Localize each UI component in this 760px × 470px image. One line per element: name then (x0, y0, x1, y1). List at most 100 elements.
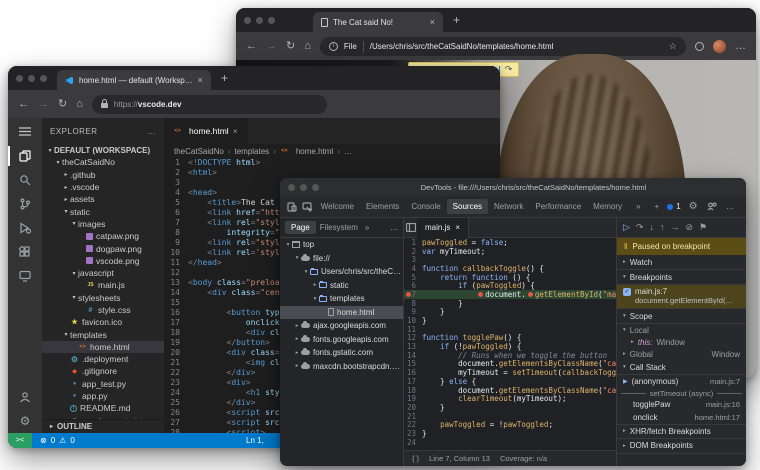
line-number[interactable]: 8 (164, 228, 188, 238)
line-number[interactable]: 9 (164, 238, 188, 248)
deactivate-breakpoints-icon[interactable]: ⊘ (685, 223, 693, 232)
line-number[interactable]: 27 (164, 418, 188, 428)
tree-item-assets[interactable]: ▸ assets (42, 193, 164, 205)
line-number[interactable]: 15 (404, 359, 422, 368)
close-tab-icon[interactable]: × (455, 223, 460, 232)
tree-item-stylesheets[interactable]: ▾ stylesheets (42, 292, 164, 304)
line-number[interactable]: 21 (404, 412, 422, 421)
step-into-icon[interactable]: ↓ (649, 223, 654, 232)
pretty-print-icon[interactable]: { } (412, 454, 419, 463)
line-number[interactable]: 7 (164, 218, 188, 228)
devtools-tab-console[interactable]: Console (405, 199, 446, 214)
line-number[interactable]: 24 (404, 438, 422, 447)
scope-global[interactable]: ▸ Global Window (617, 348, 746, 360)
more-panels-icon[interactable]: » (630, 199, 646, 214)
navigator-item-ajax-googleapis-com[interactable]: ▸ ajax.googleapis.com (280, 319, 403, 333)
breadcrumb-item[interactable]: theCatSaidNo (174, 147, 224, 156)
tree-item-default-workspace-[interactable]: ▾ DEFAULT (WORKSPACE) (42, 144, 164, 156)
step-out-icon[interactable]: ↑ (660, 223, 665, 232)
home-icon[interactable]: ⌂ (76, 98, 83, 110)
line-number[interactable]: 16 (404, 368, 422, 377)
close-tab-icon[interactable]: × (233, 126, 238, 136)
line-number[interactable]: 20 (164, 348, 188, 358)
line-number[interactable]: 2 (404, 247, 422, 256)
navigator-item-home-html[interactable]: home.html (280, 305, 403, 319)
explorer-more-icon[interactable]: … (148, 127, 157, 136)
navigator-item-fonts-googleapis-com[interactable]: ▸ fonts.googleapis.com (280, 333, 403, 347)
home-icon[interactable]: ⌂ (304, 40, 311, 52)
line-number[interactable]: 26 (164, 408, 188, 418)
refresh-icon[interactable]: ↻ (58, 98, 67, 110)
line-number[interactable]: 23 (404, 429, 422, 438)
tree-item-images[interactable]: ▾ images (42, 218, 164, 230)
close-window-button[interactable] (244, 16, 251, 24)
navigator-item-top[interactable]: ▾ top (280, 238, 403, 252)
tree-item-main-js[interactable]: JS main.js (42, 279, 164, 291)
zoom-window-button[interactable] (40, 74, 47, 82)
dom-breakpoints-section[interactable]: ▸ DOM Breakpoints (617, 439, 746, 454)
line-number[interactable]: 24 (164, 388, 188, 398)
minimize-window-button[interactable] (256, 16, 263, 24)
breadcrumb[interactable]: theCatSaidNo › templates › <> home.html ›… (164, 144, 500, 158)
line-number[interactable]: 1 (164, 158, 188, 168)
pause-on-exceptions-icon[interactable]: ⚑ (699, 223, 707, 232)
line-number[interactable]: 9 (404, 307, 422, 316)
forward-icon[interactable]: → (266, 40, 277, 52)
settings-icon[interactable]: ⚙ (8, 409, 42, 433)
inline-breakpoint-dot-icon[interactable] (527, 291, 533, 297)
line-number[interactable]: 20 (404, 403, 422, 412)
browser-menu-icon[interactable]: … (735, 40, 746, 52)
vscode-browser-tab[interactable]: home.html — default (Worksp… × (57, 70, 211, 90)
line-number[interactable]: 15 (164, 298, 188, 308)
issues-counter[interactable]: 1 (667, 202, 681, 211)
line-number[interactable]: 23 (164, 378, 188, 388)
navigator-item-file-[interactable]: ▾ file:// (280, 252, 403, 266)
navigator-item-users-chris-src-thecatsaidn[interactable]: ▾Users/chris/src/theCatSaidN (280, 265, 403, 279)
line-number[interactable]: 18 (164, 328, 188, 338)
device-toolbar-icon[interactable] (286, 200, 298, 213)
line-number[interactable]: 12 (164, 268, 188, 278)
scope-local[interactable]: ▾ Local (617, 324, 746, 336)
tree-item-javascript[interactable]: ▾ javascript (42, 267, 164, 279)
line-number[interactable]: 3 (164, 178, 188, 188)
address-bar[interactable]: https://vscode.dev (91, 94, 327, 114)
line-number[interactable]: 10 (164, 248, 188, 258)
line-number[interactable]: 5 (164, 198, 188, 208)
zoom-window-button[interactable] (268, 16, 275, 24)
inspect-element-icon[interactable] (300, 200, 312, 213)
line-number[interactable]: 13 (404, 342, 422, 351)
tree-item-style-css[interactable]: # style.css (42, 304, 164, 316)
line-number[interactable]: 10 (404, 316, 422, 325)
line-number[interactable]: 2 (164, 168, 188, 178)
favorite-star-icon[interactable]: ☆ (669, 41, 677, 51)
breadcrumb-item[interactable]: templates (234, 147, 269, 156)
devtools-tab-elements[interactable]: Elements (360, 199, 405, 214)
tree-item--deployment[interactable]: ⚙ .deployment (42, 353, 164, 365)
scope-section[interactable]: ▾ Scope (617, 309, 746, 324)
tree-item-app-test-py[interactable]: ● app_test.py (42, 378, 164, 390)
tree-item--github[interactable]: ▸ .github (42, 169, 164, 181)
extensions-icon[interactable] (8, 240, 42, 264)
line-number[interactable]: 22 (404, 420, 422, 429)
menu-hamburger-icon[interactable] (8, 118, 42, 144)
call-stack-frame-togglepaw[interactable]: togglePaw main.js:16 (617, 399, 746, 412)
breakpoint-dot-icon[interactable] (406, 291, 411, 297)
line-number[interactable]: 14 (404, 351, 422, 360)
watch-section[interactable]: ▸ Watch (617, 255, 746, 270)
navigator-tab-filesystem[interactable]: Filesystem (320, 223, 358, 232)
call-stack-frame-onclick[interactable]: onclick home.html:17 (617, 411, 746, 424)
navigator-item-fonts-gstatic-com[interactable]: ▸ fonts.gstatic.com (280, 346, 403, 360)
new-tab-button[interactable]: + (453, 13, 460, 27)
page-info-icon[interactable]: i (328, 41, 338, 51)
tree-item-readme-md[interactable]: i README.md (42, 402, 164, 414)
line-number[interactable]: 19 (164, 338, 188, 348)
source-control-icon[interactable] (8, 192, 42, 216)
tree-item-thecatsaidno[interactable]: ▾ theCatSaidNo (42, 156, 164, 168)
line-number[interactable]: 11 (164, 258, 188, 268)
navigator-item-static[interactable]: ▸ static (280, 279, 403, 293)
close-tab-icon[interactable]: × (430, 17, 435, 27)
forward-icon[interactable]: → (38, 98, 49, 110)
devtools-tab-performance[interactable]: Performance (529, 199, 587, 214)
navigator-menu-icon[interactable]: … (390, 223, 398, 232)
line-number[interactable]: 13 (164, 278, 188, 288)
